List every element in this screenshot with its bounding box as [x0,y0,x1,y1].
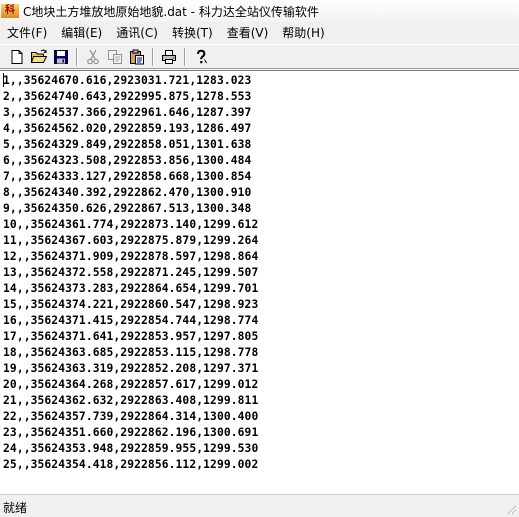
text-line: 8,,35624340.392,2922862.470,1300.910 [3,186,252,199]
toolbar-separator [76,47,78,66]
save-icon [54,49,68,64]
menu-bar: 文件(F) 编辑(E) 通讯(C) 转换(T) 查看(V) 帮助(H) [0,23,519,43]
status-bar: 就绪 [0,494,519,517]
cut-button[interactable] [82,46,104,67]
toolbar [0,44,519,69]
text-line: 14,,35624373.283,2922864.654,1299.701 [3,282,259,295]
window-title: C地块土方堆放地原始地貌.dat - 科力达全站仪传输软件 [23,4,319,19]
copy-icon [108,49,122,64]
cut-icon [87,49,99,64]
text-line: 18,,35624363.685,2922853.115,1298.778 [3,346,259,359]
text-line: 4,,35624562.020,2922859.193,1286.497 [3,122,252,135]
text-line: 13,,35624372.558,2922871.245,1299.507 [3,266,259,279]
print-button[interactable] [158,46,180,67]
new-file-icon [11,49,23,64]
text-line: 15,,35624374.221,2922860.547,1298.923 [3,298,259,311]
open-folder-icon [30,49,48,63]
print-icon [162,49,176,64]
resize-grip-icon[interactable] [505,503,517,515]
help-button[interactable] [190,46,212,67]
app-window: 科达 C地块土方堆放地原始地貌.dat - 科力达全站仪传输软件 文件(F) 编… [0,0,519,517]
status-text: 就绪 [3,501,28,515]
open-button[interactable] [28,46,50,67]
menu-view[interactable]: 查看(V) [220,23,276,43]
help-icon [197,49,208,63]
toolbar-separator [184,47,186,66]
text-line: 17,,35624371.641,2922853.957,1297.805 [3,330,259,343]
text-line: 19,,35624363.319,2922852.208,1297.371 [3,362,259,375]
paste-button[interactable] [126,46,148,67]
text-line: 12,,35624371.909,2922878.597,1298.864 [3,250,259,263]
title-bar[interactable]: 科达 C地块土方堆放地原始地貌.dat - 科力达全站仪传输软件 [0,0,519,22]
text-line: 25,,35624354.418,2922856.112,1299.002 [3,458,259,471]
menu-edit[interactable]: 编辑(E) [54,23,109,43]
text-line: 16,,35624371.415,2922854.744,1298.774 [3,314,259,327]
text-line: 9,,35624350.626,2922867.513,1300.348 [3,202,252,215]
text-line: 24,,35624353.948,2922859.955,1299.530 [3,442,259,455]
text-line: 2,,35624740.643,2922995.875,1278.553 [3,90,252,103]
text-line: 3,,35624537.366,2922961.646,1287.397 [3,106,252,119]
text-line: 23,,35624351.660,2922862.196,1300.691 [3,426,259,439]
text-line: 21,,35624362.632,2922863.408,1299.811 [3,394,259,407]
text-line: 6,,35624323.508,2922853.856,1300.484 [3,154,252,167]
text-line: 20,,35624364.268,2922857.617,1299.012 [3,378,259,391]
text-editor[interactable]: 1,,35624670.616,2923031.721,1283.023 2,,… [0,70,519,494]
menu-file[interactable]: 文件(F) [0,23,54,43]
text-line: 1,,35624670.616,2923031.721,1283.023 [3,74,252,87]
menu-convert[interactable]: 转换(T) [165,23,220,43]
copy-button[interactable] [104,46,126,67]
paste-icon [130,49,144,64]
toolbar-separator [152,47,154,66]
text-line: 11,,35624367.603,2922875.879,1299.264 [3,234,259,247]
menu-communication[interactable]: 通讯(C) [109,23,165,43]
app-icon: 科达 [1,4,19,18]
text-line: 5,,35624329.849,2922858.051,1301.638 [3,138,252,151]
save-button[interactable] [50,46,72,67]
text-line: 7,,35624333.127,2922858.668,1300.854 [3,170,252,183]
text-line: 10,,35624361.774,2922873.140,1299.612 [3,218,259,231]
text-line: 22,,35624357.739,2922864.314,1300.400 [3,410,259,423]
new-file-button[interactable] [6,46,28,67]
menu-help[interactable]: 帮助(H) [275,23,331,43]
